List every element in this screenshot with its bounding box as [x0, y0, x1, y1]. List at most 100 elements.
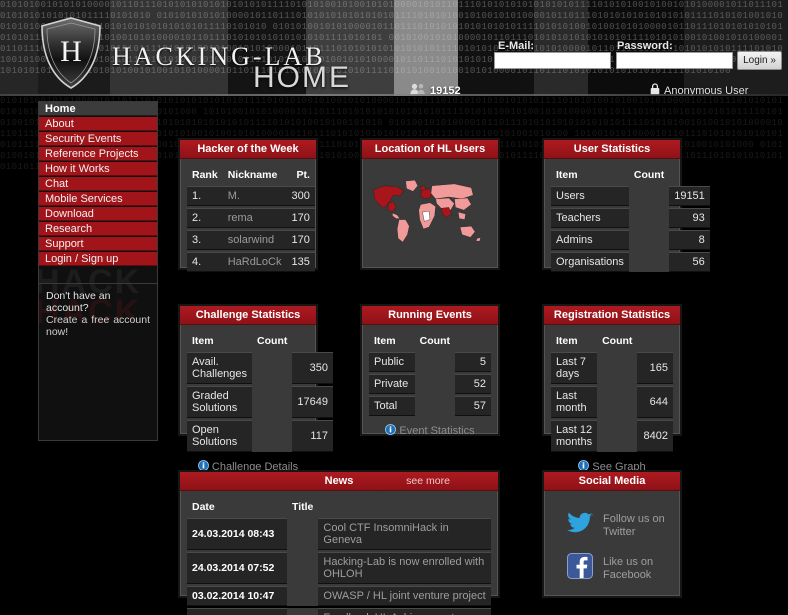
- svg-text:H: H: [60, 35, 82, 68]
- item-cell: Private: [369, 374, 415, 394]
- challenge-statistics-title: Challenge Statistics: [180, 306, 316, 325]
- location-map-body: [362, 159, 498, 267]
- table-row: Last 7 days 165: [551, 352, 673, 384]
- column-date: Date: [192, 501, 215, 513]
- twitter-link[interactable]: Follow us on Twitter: [567, 512, 673, 539]
- facebook-link[interactable]: Like us on Facebook: [567, 553, 673, 584]
- cell-gap: [597, 352, 638, 384]
- count-cell: 5: [455, 352, 491, 372]
- twitter-label: Follow us on Twitter: [603, 512, 665, 538]
- item-cell: Users: [551, 186, 629, 206]
- item-cell: Last 12 months: [551, 420, 598, 452]
- sidebar-item-about[interactable]: About: [39, 117, 157, 131]
- item-cell: Admins: [551, 230, 629, 250]
- points-cell: 170: [286, 230, 315, 250]
- facebook-icon: [567, 553, 593, 584]
- count-cell: 165: [637, 352, 673, 384]
- password-input[interactable]: [616, 52, 733, 69]
- column-rank: Rank: [192, 169, 218, 181]
- cell-gap: [414, 396, 455, 416]
- table-row: 03.02.2014 10:46 Feedback HL Achievement …: [187, 608, 491, 615]
- user-statistics-panel: User Statistics Item Count Users 19151 Tea…: [542, 138, 710, 272]
- news-see-more-link[interactable]: see more: [358, 472, 498, 491]
- cell-gap: [597, 420, 638, 452]
- user-statistics-body: Item Count Users 19151 Teachers 93 Admins 8 Or…: [544, 159, 710, 282]
- count-cell: 117: [292, 420, 333, 452]
- cell-gap: [287, 552, 319, 584]
- cell-gap: [597, 386, 638, 418]
- news-title-cell[interactable]: Feedback HL Achievement System: [318, 608, 491, 615]
- sidebar-nav: Home About Security Events Reference Projec…: [39, 102, 157, 266]
- registration-statistics-body: Item Count Last 7 days 165 Last month 644 La…: [544, 325, 680, 482]
- nickname-cell[interactable]: solarwind: [222, 230, 287, 250]
- email-input[interactable]: [494, 52, 611, 69]
- cell-gap: [628, 186, 670, 206]
- column-item: Item: [556, 169, 578, 181]
- cell-gap: [628, 230, 670, 250]
- table-row: Admins 8: [551, 230, 710, 250]
- table-header-row: Item Count: [551, 334, 673, 350]
- event-statistics-link[interactable]: Event Statistics: [369, 424, 491, 438]
- rank-cell: 3.: [187, 230, 223, 250]
- nickname-cell[interactable]: M.: [222, 186, 287, 206]
- points-cell: 170: [286, 208, 315, 228]
- count-cell: 93: [669, 208, 710, 228]
- world-map-choropleth[interactable]: [368, 165, 492, 261]
- table-row: Public 5: [369, 352, 491, 372]
- sidebar-item-security-events[interactable]: Security Events: [39, 132, 157, 146]
- user-statistics-table: Item Count Users 19151 Teachers 93 Admins 8 Or…: [551, 166, 710, 274]
- news-title-cell[interactable]: OWASP / HL joint venture project: [318, 586, 491, 606]
- twitter-icon: [567, 512, 593, 539]
- sidebar-item-support[interactable]: Support: [39, 237, 157, 251]
- item-cell: Teachers: [551, 208, 629, 228]
- item-cell: Total: [369, 396, 415, 416]
- nickname-cell[interactable]: HaRdLoCk: [222, 252, 287, 272]
- column-count: Count: [633, 169, 665, 181]
- column-points: Pt.: [296, 169, 310, 181]
- news-title: News: [324, 475, 354, 487]
- rank-cell: 1.: [187, 186, 223, 206]
- table-row: 24.03.2014 07:52 Hacking-Lab is now enrol…: [187, 552, 491, 584]
- create-account-link[interactable]: Create a free account now!: [46, 314, 150, 338]
- cell-gap: [287, 608, 319, 615]
- table-row: Open Solutions 117: [187, 420, 333, 452]
- challenge-statistics-panel: Challenge Statistics Item Count Avail. C…: [178, 304, 333, 473]
- sidebar-item-how-it-works[interactable]: How it Works: [39, 162, 157, 176]
- sidebar-item-home[interactable]: Home: [39, 102, 157, 116]
- event-statistics-label: Event Statistics: [399, 425, 475, 437]
- column-nickname: Nickname: [227, 169, 278, 181]
- page-root: 0101010010101010000101101110101010101010…: [0, 0, 788, 615]
- news-date-cell: 03.02.2014 10:47: [187, 586, 287, 606]
- sidebar-item-chat[interactable]: Chat: [39, 177, 157, 191]
- table-row: Private 52: [369, 374, 491, 394]
- table-row: 03.02.2014 10:47 OWASP / HL joint venture…: [187, 586, 491, 606]
- item-cell: Last month: [551, 386, 598, 418]
- sidebar-item-login-sign-up[interactable]: Login / Sign up: [39, 252, 157, 266]
- cell-gap: [252, 352, 293, 384]
- column-title: Title: [292, 501, 314, 513]
- news-title-cell[interactable]: Cool CTF InsomniHack in Geneva: [318, 518, 491, 550]
- count-cell: 644: [637, 386, 673, 418]
- location-map-panel: Location of HL Users: [360, 138, 500, 270]
- count-cell: 17649: [292, 386, 333, 418]
- sidebar-item-mobile-services[interactable]: Mobile Services: [39, 192, 157, 206]
- column-count: Count: [257, 335, 288, 347]
- nickname-cell[interactable]: rema: [222, 208, 287, 228]
- social-media-body: Follow us on Twitter Like us on Facebook: [544, 491, 680, 592]
- table-row: 4. HaRdLoCk 135: [187, 252, 315, 272]
- column-item: Item: [374, 335, 396, 347]
- table-row: Users 19151: [551, 186, 710, 206]
- table-row: 1. M. 300: [187, 186, 315, 206]
- item-cell: Open Solutions: [187, 420, 253, 452]
- signup-promo-title: Don't have an account?: [46, 290, 111, 314]
- cell-gap: [414, 352, 455, 372]
- sidebar-item-reference-projects[interactable]: Reference Projects: [39, 147, 157, 161]
- table-row: Last 12 months 8402: [551, 420, 673, 452]
- news-title-cell[interactable]: Hacking-Lab is now enrolled with OHLOH: [318, 552, 491, 584]
- sidebar-item-download[interactable]: Download: [39, 207, 157, 221]
- registration-statistics-panel: Registration Statistics Item Count Last …: [542, 304, 682, 473]
- login-button[interactable]: Login »: [737, 51, 782, 70]
- sidebar-item-research[interactable]: Research: [39, 222, 157, 236]
- news-panel: News see more Date Title 24.03.2014 08:4…: [178, 470, 500, 615]
